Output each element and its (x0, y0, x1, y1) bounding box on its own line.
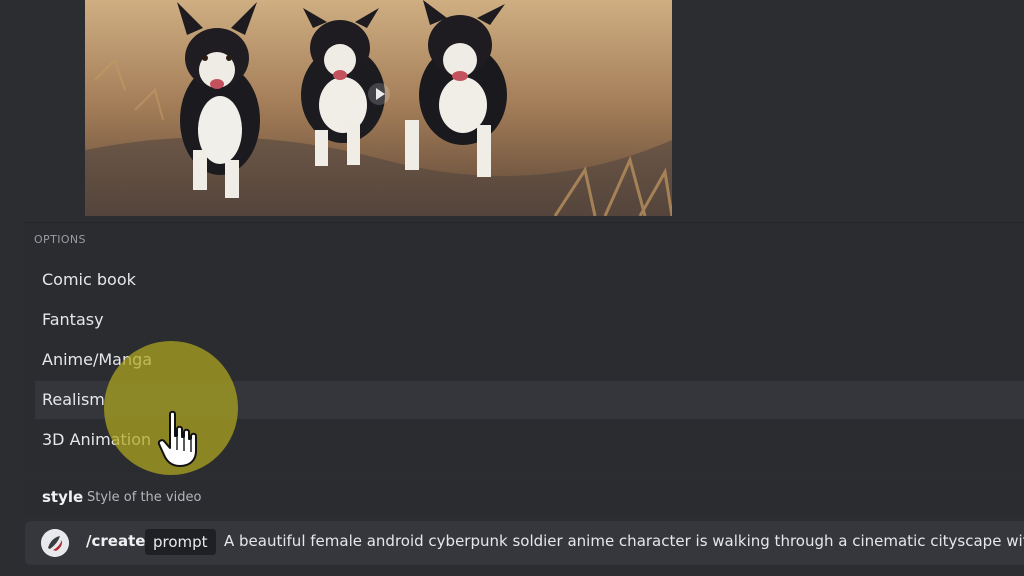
app-window: OPTIONS Comic book Fantasy Anime/Manga R… (0, 0, 1024, 576)
option-comic-book[interactable]: Comic book (35, 261, 1024, 299)
prompt-parameter-chip[interactable]: prompt (145, 529, 216, 555)
parameter-name: style (42, 488, 84, 506)
parameter-description: Style of the video (87, 490, 202, 505)
bot-logo-icon (41, 529, 69, 557)
slash-command: /create (86, 532, 146, 550)
hand-pointer-icon (157, 410, 197, 467)
video-thumbnail[interactable] (85, 0, 672, 216)
dogs-image (85, 0, 672, 216)
play-icon[interactable] (367, 82, 391, 106)
options-header: OPTIONS (34, 233, 86, 246)
prompt-value[interactable]: A beautiful female android cyberpunk sol… (224, 532, 1024, 550)
bot-avatar (41, 529, 69, 557)
option-fantasy[interactable]: Fantasy (35, 301, 1024, 339)
